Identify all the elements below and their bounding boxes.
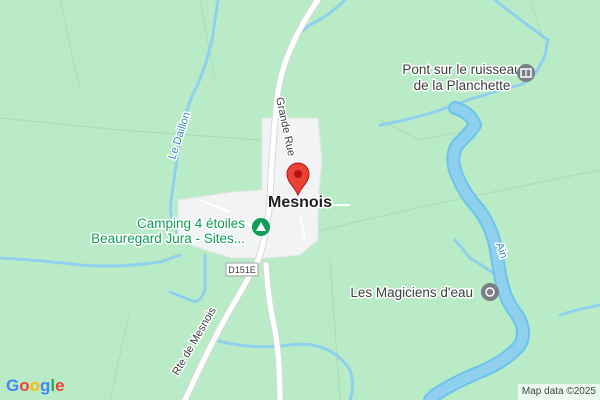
town-label-mesnois: Mesnois — [268, 194, 332, 211]
poi-bridge-label-1: Pont sur le ruisseau — [402, 62, 521, 77]
attraction-icon[interactable] — [481, 283, 499, 301]
logo-letter: o — [19, 376, 30, 395]
monument-icon[interactable] — [517, 64, 535, 82]
logo-letter: G — [6, 376, 20, 395]
poi-camping-label-2: Beauregard Jura - Sites... — [91, 231, 245, 246]
poi-magiciens-label: Les Magiciens d'eau — [350, 285, 473, 300]
route-shield: D151E — [225, 262, 259, 277]
route-shield-label: D151E — [228, 265, 256, 275]
map-attribution[interactable]: Map data ©2025 — [517, 384, 600, 400]
map-canvas[interactable]: Grande Rue Rte de Mesnois D151E Le Daill… — [0, 0, 600, 400]
logo-letter: o — [29, 376, 41, 395]
campground-icon[interactable] — [252, 218, 270, 236]
poi-bridge-label-2: de la Planchette — [414, 78, 511, 93]
logo-letter: e — [55, 376, 65, 395]
poi-camping-label-1: Camping 4 étoiles — [137, 216, 245, 231]
logo-letter: g — [40, 376, 51, 395]
google-logo: Google — [6, 376, 65, 396]
